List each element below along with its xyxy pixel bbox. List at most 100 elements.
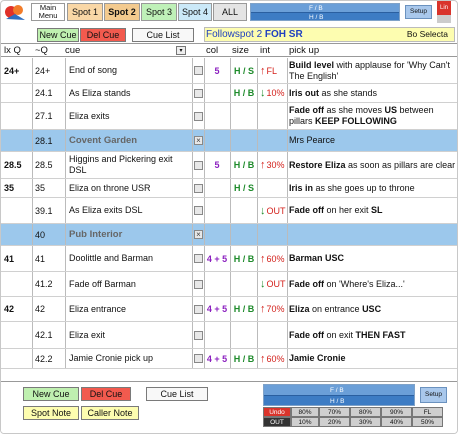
intensity-cell[interactable] [260,103,288,129]
intensity-cell[interactable]: ↓ 10% [260,84,288,102]
lx-q-cell[interactable] [4,84,30,102]
intensity-cell[interactable] [260,322,288,348]
levels_top-5[interactable]: FL [412,407,443,417]
row-checkbox[interactable] [194,272,203,296]
size-cell[interactable]: H / B [232,84,256,102]
row-checkbox[interactable] [194,152,203,178]
cue-cell[interactable]: Eliza on throne USR [69,179,191,197]
crossed-checkbox-icon[interactable]: × [194,230,203,239]
row-checkbox[interactable] [194,246,203,271]
pickup-cell[interactable]: Restore Eliza as soon as pillars are cle… [289,152,457,178]
lx-q-cell[interactable]: 35 [4,179,30,197]
cue-cell[interactable]: End of song [69,58,191,83]
col-header-lx[interactable]: lx Q [4,44,21,57]
del-cue-button[interactable]: Del Cue [80,28,126,42]
colour-cell[interactable] [205,179,229,197]
colour-cell[interactable] [205,103,229,129]
scene-row[interactable]: 28.1 Covent Garden × Mrs Pearce [1,130,457,152]
q-cell[interactable]: 35 [35,179,63,197]
spot-1-tab[interactable]: Spot 1 [67,3,103,21]
table-row[interactable]: 28.5 28.5 Higgins and Pickering exit DSL 5 H… [1,152,457,179]
checkbox-icon[interactable] [194,66,203,75]
col-header-q[interactable]: ~Q [35,44,48,57]
lx-q-cell[interactable]: 28.5 [4,152,30,178]
cue-cell[interactable]: Doolittle and Barman [69,246,191,271]
colour-cell[interactable] [205,224,229,245]
beam-selector[interactable]: F / B H / B [250,3,400,21]
row-checkbox[interactable] [194,103,203,129]
table-row[interactable]: 39.1 As Eliza exits DSL ↓ OUT Fade off on he… [1,198,457,224]
row-checkbox[interactable] [194,198,203,223]
levels_top-3[interactable]: 80% [350,407,381,417]
intensity-cell[interactable] [260,130,288,151]
size-cell[interactable] [232,272,256,296]
lx-q-cell[interactable] [4,198,30,223]
lx-q-cell[interactable] [4,130,30,151]
checkbox-icon[interactable] [194,206,203,215]
size-cell[interactable] [232,198,256,223]
cue-cell[interactable]: As Eliza stands [69,84,191,102]
pickup-cell[interactable]: Barman USC [289,246,457,271]
checkbox-icon[interactable] [194,88,203,98]
lx-q-cell[interactable] [4,349,30,368]
filter-dropdown-icon[interactable]: ▾ [176,46,186,55]
size-cell[interactable]: H / B [232,246,256,271]
new-cue-button[interactable]: New Cue [37,28,79,42]
pickup-cell[interactable]: Iris out as she stands [289,84,457,102]
lx-q-cell[interactable] [4,224,30,245]
lx-q-cell[interactable] [4,322,30,348]
colour-cell[interactable]: 4 + 5 [205,297,229,321]
caller-note-button[interactable]: Caller Note [81,406,139,420]
spot-3-tab[interactable]: Spot 3 [141,3,177,21]
bottom-beam-selector[interactable]: F / B H / B [263,384,415,406]
size-cell[interactable] [232,130,256,151]
q-cell[interactable]: 28.1 [35,130,63,151]
q-cell[interactable]: 40 [35,224,63,245]
cue-cell[interactable]: Covent Garden [69,130,191,151]
corner-button[interactable]: Lin [437,1,451,15]
spot-note-button[interactable]: Spot Note [23,406,79,420]
checkbox-icon[interactable] [194,279,203,289]
q-cell[interactable]: 27.1 [35,103,63,129]
table-row[interactable]: 42 42 Eliza entrance 4 + 5H / B ↑ 70% Eliza on… [1,297,457,322]
row-checkbox[interactable] [194,322,203,348]
colour-cell[interactable]: 5 [205,58,229,83]
q-cell[interactable]: 41 [35,246,63,271]
table-row[interactable]: 41 41 Doolittle and Barman 4 + 5H / B ↑ 60% Ba… [1,246,457,272]
size-cell[interactable]: H / B [232,349,256,368]
cue-cell[interactable]: Eliza exit [69,322,191,348]
colour-cell[interactable]: 4 + 5 [205,349,229,368]
size-cell[interactable] [232,322,256,348]
colour-cell[interactable] [205,84,229,102]
intensity-cell[interactable]: ↓ OUT [260,198,288,223]
q-cell[interactable]: 42.1 [35,322,63,348]
col-header-col[interactable]: col [206,44,218,57]
checkbox-icon[interactable] [194,160,203,170]
levels_top-0[interactable]: Undo [263,407,291,417]
col-header-int[interactable]: int [260,44,270,57]
table-row[interactable]: 42.1 Eliza exit Fade off on exit THEN FAST [1,322,457,349]
row-checkbox[interactable] [194,349,203,368]
q-cell[interactable]: 42 [35,297,63,321]
q-cell[interactable]: 24+ [35,58,63,83]
levels_bottom-4[interactable]: 40% [381,417,412,427]
levels_bottom-3[interactable]: 30% [350,417,381,427]
intensity-cell[interactable]: ↑ 60% [260,246,288,271]
spot-2-tab[interactable]: Spot 2 [104,3,140,21]
table-row[interactable]: 24.1 As Eliza stands H / B ↓ 10% Iris out as … [1,84,457,103]
colour-cell[interactable] [205,322,229,348]
row-checkbox[interactable] [194,297,203,321]
q-cell[interactable]: 24.1 [35,84,63,102]
colour-cell[interactable] [205,130,229,151]
lx-q-cell[interactable] [4,103,30,129]
levels_bottom-0[interactable]: OUT [263,417,291,427]
cue-cell[interactable]: Higgins and Pickering exit DSL [69,152,191,178]
cue-list-button[interactable]: Cue List [132,28,194,42]
table-row[interactable]: 27.1 Eliza exits Fade off as she moves US … [1,103,457,130]
lx-q-cell[interactable] [4,272,30,296]
intensity-cell[interactable]: ↑ 30% [260,152,288,178]
setup-button[interactable]: Setup [405,5,432,19]
table-row[interactable]: 35 35 Eliza on throne USR H / S Iris in as s… [1,179,457,198]
bottom-setup-button[interactable]: Setup [420,387,447,403]
size-cell[interactable] [232,103,256,129]
